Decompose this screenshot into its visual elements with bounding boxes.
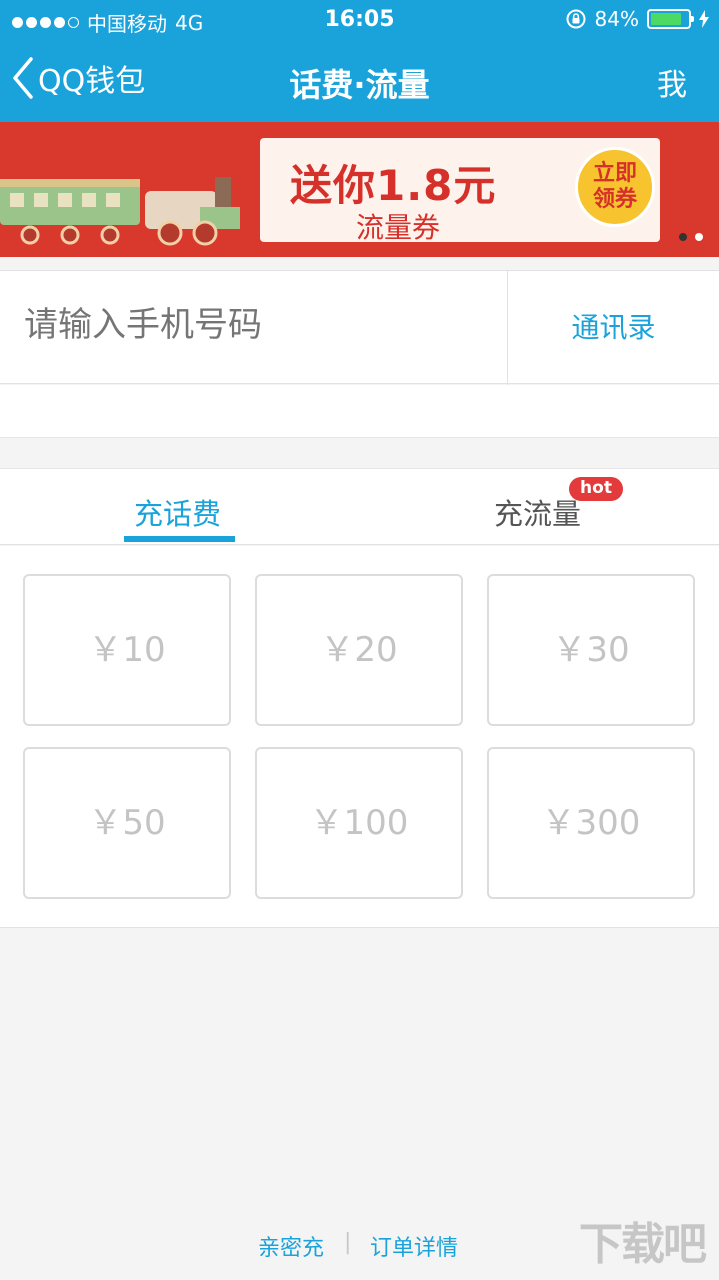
page-title: 话费·流量 bbox=[289, 66, 430, 104]
train-illustration bbox=[0, 177, 240, 246]
active-tab-indicator bbox=[124, 536, 235, 542]
footer-separator: | bbox=[344, 1230, 352, 1255]
battery-percent: 84% bbox=[594, 7, 639, 31]
top-header: 中国移动 4G 16:05 84% QQ钱包 话费·流量 我 bbox=[0, 0, 719, 122]
status-right: 84% bbox=[565, 7, 709, 31]
banner-headline: 送你1.8元 bbox=[290, 161, 497, 210]
tab-data-plan[interactable]: 充流量 bbox=[494, 491, 581, 533]
pager-dot[interactable] bbox=[679, 233, 687, 241]
tab-phone-credit[interactable]: 充话费 bbox=[134, 491, 221, 533]
claim-coupon-button[interactable]: 立即领券 bbox=[575, 147, 655, 227]
recharge-tabs: 充话费 充流量 hot bbox=[0, 468, 719, 545]
nav-bar: QQ钱包 话费·流量 我 bbox=[0, 40, 719, 122]
me-button[interactable]: 我 bbox=[657, 60, 687, 104]
amount-option-100[interactable]: ￥100 bbox=[255, 747, 463, 899]
amount-option-10[interactable]: ￥10 bbox=[23, 574, 231, 726]
order-details-link[interactable]: 订单详情 bbox=[370, 1230, 458, 1262]
watermark-logo: 下载吧 bbox=[579, 1219, 707, 1270]
pager-dot-active[interactable] bbox=[695, 233, 703, 241]
amount-grid: ￥10 ￥20 ￥30 ￥50 ￥100 ￥300 bbox=[0, 546, 719, 928]
charging-bolt-icon bbox=[699, 10, 709, 28]
rotation-lock-icon bbox=[566, 9, 586, 29]
promo-banner[interactable]: 送你1.8元 流量券 立即领券 bbox=[0, 122, 719, 257]
family-recharge-link[interactable]: 亲密充 bbox=[258, 1230, 324, 1262]
contacts-button[interactable]: 通讯录 bbox=[508, 271, 719, 385]
banner-subline: 流量券 bbox=[356, 211, 441, 244]
amount-option-20[interactable]: ￥20 bbox=[255, 574, 463, 726]
status-bar: 中国移动 4G 16:05 84% bbox=[0, 0, 719, 40]
banner-pager bbox=[679, 233, 703, 241]
battery-fill bbox=[651, 13, 681, 25]
amount-option-50[interactable]: ￥50 bbox=[23, 747, 231, 899]
info-area bbox=[0, 385, 719, 438]
phone-number-input[interactable] bbox=[24, 305, 494, 345]
amount-option-30[interactable]: ￥30 bbox=[487, 574, 695, 726]
hot-badge: hot bbox=[569, 477, 623, 501]
battery-icon bbox=[647, 9, 694, 29]
amount-option-300[interactable]: ￥300 bbox=[487, 747, 695, 899]
claim-coupon-label: 立即领券 bbox=[592, 161, 637, 212]
phone-input-row: 通讯录 bbox=[0, 270, 719, 385]
